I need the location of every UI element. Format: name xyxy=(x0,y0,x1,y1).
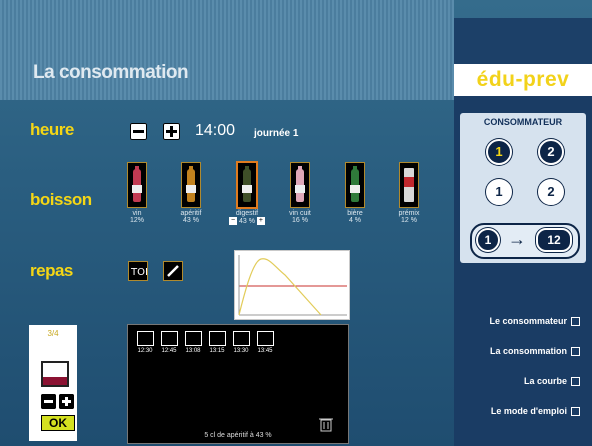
drink-vin[interactable]: vin 12% xyxy=(112,162,162,224)
alcohol-curve-preview xyxy=(234,250,350,320)
pencil-icon xyxy=(167,265,179,277)
menu-la-consommation[interactable]: La consommation xyxy=(490,346,580,357)
bottle-icon xyxy=(256,331,274,346)
svg-text:TOI: TOI xyxy=(130,267,147,278)
heure-label: heure xyxy=(30,120,74,139)
day-display: journée 1 xyxy=(254,128,299,139)
timeline-event[interactable]: 12:30 xyxy=(134,331,156,354)
timeline-event-time: 12:30 xyxy=(137,348,153,354)
menu-le-consommateur[interactable]: Le consommateur xyxy=(489,316,580,327)
hour-plus-button[interactable] xyxy=(163,123,180,140)
menu-la-courbe[interactable]: La courbe xyxy=(524,376,580,387)
timeline-event-time: 13:08 xyxy=(185,348,201,354)
swap-to: 12 xyxy=(536,228,572,252)
brand-text: édu-prev xyxy=(476,68,570,91)
hour-minus-button[interactable] xyxy=(130,123,147,140)
timeline-event-time: 13:30 xyxy=(233,348,249,354)
minus-icon xyxy=(133,130,144,133)
time-display: 14:00 xyxy=(195,122,236,139)
page-title: La consommation xyxy=(33,62,189,83)
consumption-timeline: 12:30 12:45 13:08 13:15 13:30 13:45 5 cl de a… xyxy=(127,324,349,444)
glass-icon xyxy=(160,331,178,346)
checkbox-icon xyxy=(571,347,580,357)
swap-consumers-button[interactable]: 1 → 12 xyxy=(470,223,580,259)
trash-icon[interactable] xyxy=(319,416,333,432)
menu-le-mode-demploi[interactable]: Le mode d'emploi xyxy=(491,406,580,417)
timeline-event-time: 12:45 xyxy=(161,348,177,354)
swap-from: 1 xyxy=(476,228,500,252)
arrow-right-icon: → xyxy=(508,229,526,249)
timeline-event[interactable]: 12:45 xyxy=(158,331,180,354)
glass-fraction: 3/4 xyxy=(47,329,59,338)
glass-panel: 3/4 OK xyxy=(29,325,77,441)
digestif-plus-button[interactable]: + xyxy=(256,217,265,225)
checkbox-icon xyxy=(571,407,580,417)
right-panel-top xyxy=(454,18,592,66)
drink-vin-cuit[interactable]: vin cuit 16 % xyxy=(275,162,325,224)
repas-label: repas xyxy=(30,261,73,280)
consumer-2-alt-button[interactable]: 2 xyxy=(538,179,564,205)
cutlery-icon xyxy=(184,331,202,346)
checkbox-icon xyxy=(571,377,580,387)
digestif-minus-button[interactable]: − xyxy=(229,217,238,225)
glass-minus-button[interactable] xyxy=(41,394,56,409)
consommateur-title: CONSOMMATEUR xyxy=(483,117,563,127)
boisson-label: boisson xyxy=(30,190,92,209)
consumer-1-alt-button[interactable]: 1 xyxy=(486,179,512,205)
wineglass-icon xyxy=(232,331,250,346)
edit-meal-button[interactable] xyxy=(163,261,183,281)
timeline-event-time: 13:45 xyxy=(257,348,273,354)
glass-plus-button[interactable] xyxy=(59,394,74,409)
consumer-2-button[interactable]: 2 xyxy=(538,139,564,165)
drink-biere[interactable]: bière 4 % xyxy=(330,162,380,224)
consommateur-panel: CONSOMMATEUR 1 2 1 2 1 → 12 xyxy=(460,113,586,263)
cutlery-icon: TOI xyxy=(130,267,148,278)
wineglass-icon xyxy=(208,331,226,346)
consumer-1-button[interactable]: 1 xyxy=(486,139,512,165)
drink-digestif[interactable]: digestif − 43 % + xyxy=(222,162,272,225)
timeline-event[interactable]: 13:30 xyxy=(230,331,252,354)
timeline-event[interactable]: 13:45 xyxy=(254,331,276,354)
timeline-event[interactable]: 13:15 xyxy=(206,331,228,354)
drink-aperitif[interactable]: apéritif 43 % xyxy=(166,162,216,224)
timeline-event-time: 13:15 xyxy=(209,348,225,354)
timeline-caption: 5 cl de apéritif à 43 % xyxy=(204,432,272,439)
checkbox-icon xyxy=(571,317,580,327)
drink-premix[interactable]: prémix 12 % xyxy=(384,162,434,224)
brand-logo: édu-prev xyxy=(454,64,592,96)
header-stripes xyxy=(0,0,454,100)
app-window: La consommation édu-prev heure 14:00 jou… xyxy=(0,0,592,446)
meal-button[interactable]: TOI xyxy=(128,261,148,281)
timeline-event[interactable]: 13:08 xyxy=(182,331,204,354)
glass-icon xyxy=(136,331,154,346)
glass-level-icon xyxy=(41,361,69,387)
ok-button[interactable]: OK xyxy=(41,415,75,431)
